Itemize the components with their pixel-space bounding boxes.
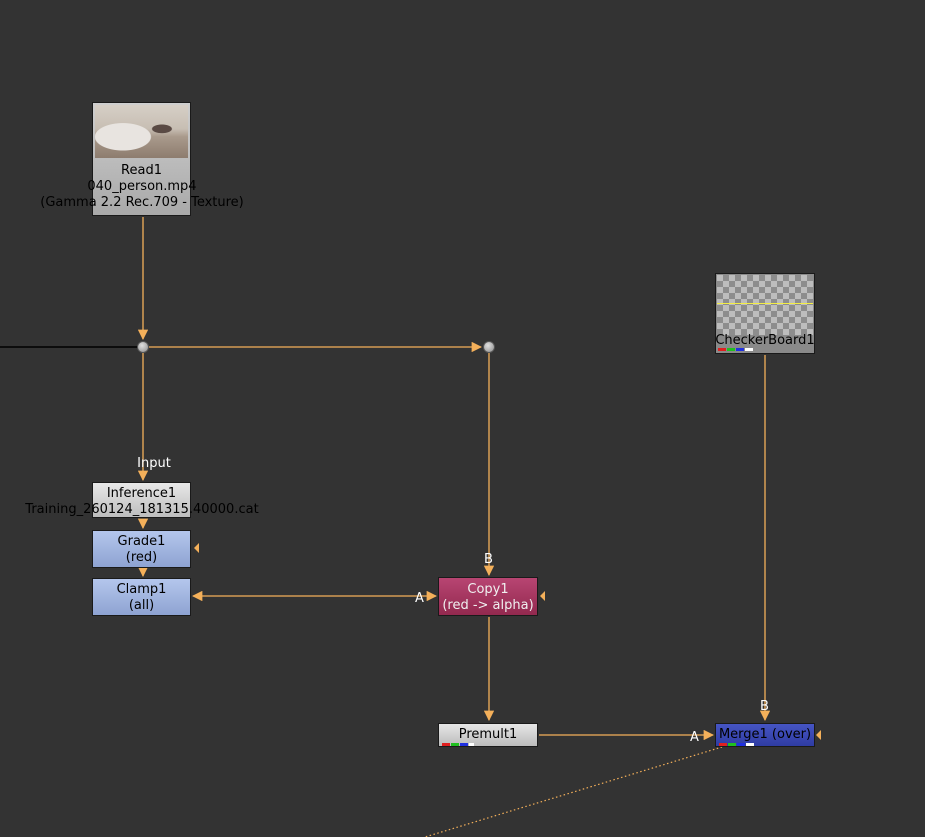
grade-mask-input-icon[interactable] — [194, 543, 199, 553]
channel-blue-indicator — [737, 743, 745, 746]
copy-node-op: (red -> alpha) — [442, 598, 534, 613]
copy-input-a-label[interactable]: A — [415, 591, 424, 607]
channel-red-indicator — [719, 743, 727, 746]
inference-node-name: Inference1 — [106, 486, 177, 501]
merge-input-a-label[interactable]: A — [690, 730, 699, 746]
clamp-node[interactable]: Clamp1 (all) — [92, 578, 191, 616]
read-node-name: Read1 — [121, 163, 162, 178]
checkerboard-thumbnail — [717, 275, 813, 335]
checkerboard-guide-line — [717, 303, 813, 304]
read-node-file: 040_person.mp4 — [87, 179, 197, 194]
merge-node-name: Merge1 (over) — [718, 727, 812, 742]
merge-mask-input-icon[interactable] — [816, 730, 821, 740]
copy-input-b-label[interactable]: B — [484, 552, 493, 568]
channel-alpha-indicator — [746, 743, 754, 746]
merge-node[interactable]: Merge1 (over) — [715, 723, 815, 747]
clamp-node-channels: (all) — [128, 598, 155, 613]
dot-node-1[interactable] — [137, 341, 149, 353]
channel-blue-indicator — [460, 743, 468, 746]
grade-node-channels: (red) — [125, 550, 158, 565]
premult-node-name: Premult1 — [458, 727, 518, 742]
copy-node[interactable]: Copy1 (red -> alpha) — [438, 577, 538, 616]
clamp-node-name: Clamp1 — [116, 582, 167, 597]
checkerboard-node-name: CheckerBoard1 — [715, 333, 815, 348]
copy-mask-input-icon[interactable] — [540, 591, 545, 601]
read-node-colorspace: (Gamma 2.2 Rec.709 - Texture) — [40, 195, 244, 210]
dot-node-2[interactable] — [483, 341, 495, 353]
copy-node-name: Copy1 — [467, 582, 509, 597]
read-thumbnail — [95, 105, 188, 158]
pipe-merge-output[interactable] — [424, 746, 723, 837]
merge-input-b-label[interactable]: B — [760, 699, 769, 715]
grade-node-name: Grade1 — [117, 534, 166, 549]
premult-node[interactable]: Premult1 — [438, 723, 538, 747]
channel-green-indicator — [451, 743, 459, 746]
grade-node[interactable]: Grade1 (red) — [92, 530, 191, 568]
inference-input-label: Input — [137, 456, 171, 471]
inference-node-model: Training_260124_181315.40000.cat — [25, 502, 259, 517]
channel-red-indicator — [442, 743, 450, 746]
channel-green-indicator — [728, 743, 736, 746]
channel-alpha-indicator — [469, 743, 474, 746]
